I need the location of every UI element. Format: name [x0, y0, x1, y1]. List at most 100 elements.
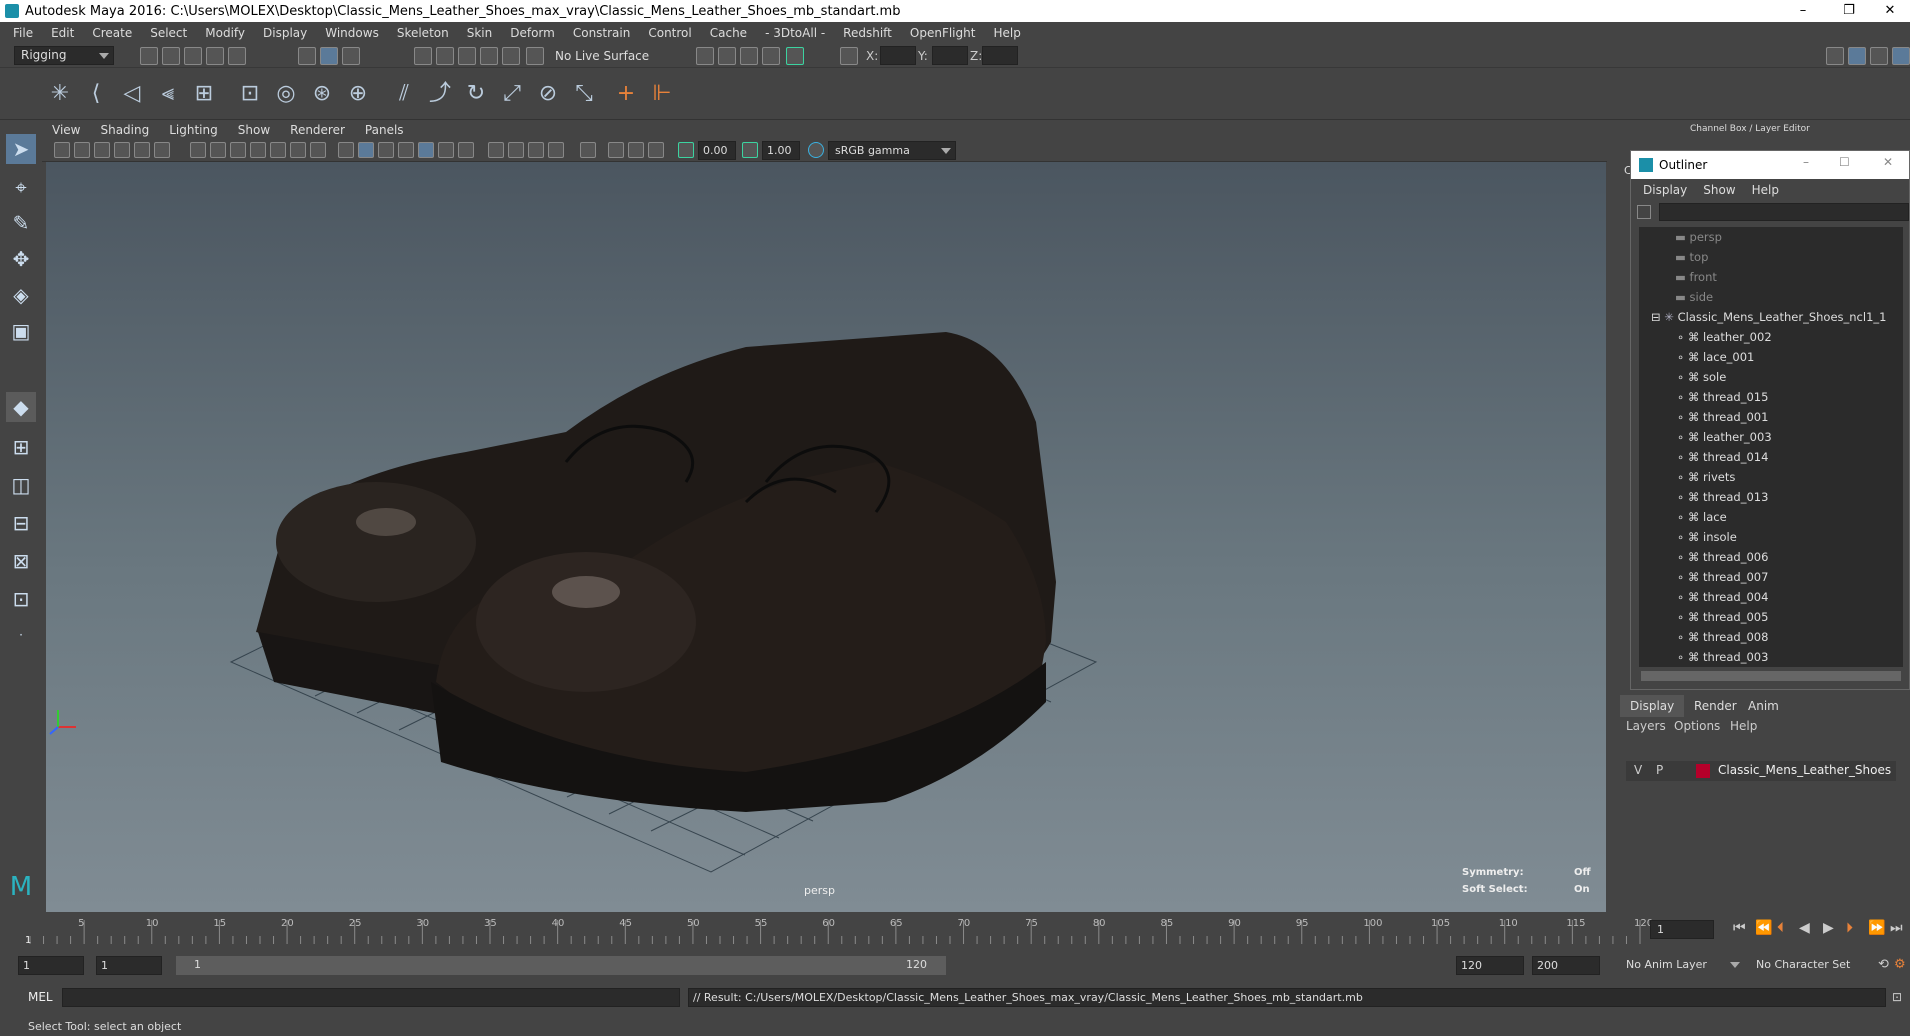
menu-file[interactable]: File [4, 26, 42, 40]
wireframe-icon[interactable] [338, 142, 354, 158]
preferences-icon[interactable]: ⚙ [1894, 957, 1906, 972]
outliner-horizontal-scrollbar[interactable] [1641, 671, 1901, 681]
film-gate-icon[interactable] [210, 142, 226, 158]
motion-blur-icon[interactable] [508, 142, 524, 158]
go-to-start-icon[interactable]: ⏮ [1733, 920, 1746, 936]
hypershade-layout-icon[interactable]: ⊠ [6, 546, 36, 576]
color-management-icon[interactable] [808, 142, 824, 158]
point-constraint-icon[interactable]: ⤴ [426, 80, 454, 108]
bookmark-icon[interactable] [94, 142, 110, 158]
textured-icon[interactable] [418, 142, 434, 158]
smooth-shade-icon[interactable] [358, 142, 374, 158]
step-forward-key-icon[interactable]: ⏵ [1846, 920, 1853, 936]
camera-attributes-icon[interactable] [74, 142, 90, 158]
menu-edit[interactable]: Edit [42, 26, 83, 40]
filter-icon[interactable] [1637, 205, 1651, 219]
tab-display-layers[interactable]: Display [1620, 695, 1685, 717]
render-region-icon[interactable] [696, 47, 714, 65]
default-material-icon[interactable] [378, 142, 394, 158]
parent-constraint-icon[interactable]: ⊘ [534, 80, 562, 108]
auto-key-icon[interactable]: ⟲ [1878, 957, 1889, 972]
move-tool-icon[interactable]: ✥ [6, 244, 36, 274]
use-all-lights-icon[interactable] [438, 142, 454, 158]
render-settings-icon[interactable] [762, 47, 780, 65]
panel-menu-panels[interactable]: Panels [355, 123, 414, 137]
menu-control[interactable]: Control [639, 26, 700, 40]
render-frame-icon[interactable] [718, 47, 736, 65]
outliner-item[interactable]: ∘ ⌘ leather_003 [1677, 427, 1772, 447]
xray-icon[interactable] [608, 142, 624, 158]
menu-help[interactable]: Help [984, 26, 1029, 40]
playback-start-input[interactable]: 1 [96, 956, 162, 975]
menu-create[interactable]: Create [83, 26, 141, 40]
menu-openflight[interactable]: OpenFlight [901, 26, 985, 40]
panel-menu-view[interactable]: View [42, 123, 90, 137]
play-backwards-icon[interactable]: ◀ [1799, 920, 1810, 936]
safe-title-icon[interactable] [310, 142, 326, 158]
outliner-item[interactable]: ∘ ⌘ thread_015 [1677, 387, 1768, 407]
outliner-item[interactable]: ∘ ⌘ lace [1677, 507, 1727, 527]
ambient-occlusion-icon[interactable] [488, 142, 504, 158]
panel-menu-renderer[interactable]: Renderer [280, 123, 355, 137]
outliner-item[interactable]: ∘ ⌘ thread_001 [1677, 407, 1768, 427]
go-to-end-icon[interactable]: ⏭ [1890, 920, 1903, 936]
lasso-tool-icon[interactable]: ⌖ [6, 172, 36, 202]
outliner-item[interactable]: ∘ ⌘ thread_007 [1677, 567, 1768, 587]
image-plane-icon[interactable] [114, 142, 130, 158]
single-perspective-layout-icon[interactable]: ◆ [6, 392, 36, 422]
resolution-gate-icon[interactable] [230, 142, 246, 158]
exposure-icon[interactable] [678, 142, 694, 158]
restore-button[interactable]: ❐ [1826, 0, 1872, 22]
select-hierarchy-icon[interactable] [298, 47, 316, 65]
outliner-item[interactable]: ∘ ⌘ thread_004 [1677, 587, 1768, 607]
outliner-filter-input[interactable] [1659, 203, 1909, 221]
depth-of-field-icon[interactable] [548, 142, 564, 158]
set-key-icon[interactable]: ⊩ [648, 80, 676, 108]
paint-weights-icon[interactable]: ⊛ [308, 80, 336, 108]
modeling-toolkit-icon[interactable] [1826, 47, 1844, 65]
menu-deform[interactable]: Deform [501, 26, 564, 40]
insert-joint-icon[interactable]: ⟨ [82, 80, 110, 108]
command-language-label[interactable]: MEL [28, 990, 53, 1004]
outliner-item[interactable]: ∘ ⌘ rivets [1677, 467, 1735, 487]
snap-point-icon[interactable] [458, 47, 476, 65]
transform-input-icon[interactable] [840, 47, 858, 65]
camera-select-icon[interactable] [54, 142, 70, 158]
joint-tool-icon[interactable]: ✳ [46, 80, 74, 108]
grid-toggle-icon[interactable] [190, 142, 206, 158]
outliner-item-front[interactable]: ▬ front [1675, 267, 1717, 287]
command-input[interactable] [62, 988, 680, 1007]
xray-active-icon[interactable] [628, 142, 644, 158]
xray-joints-icon[interactable] [648, 142, 664, 158]
outliner-minimize-button[interactable]: – [1803, 155, 1809, 169]
panel-menu-shading[interactable]: Shading [90, 123, 159, 137]
outliner-item-side[interactable]: ▬ side [1675, 287, 1713, 307]
gate-mask-icon[interactable] [250, 142, 266, 158]
x-input[interactable] [880, 46, 916, 65]
orient-joint-icon[interactable]: ⫷ [154, 80, 182, 108]
outliner-item[interactable]: ∘ ⌘ insole [1677, 527, 1737, 547]
panel-menu-lighting[interactable]: Lighting [159, 123, 228, 137]
step-back-icon[interactable]: ⏪ [1755, 920, 1772, 936]
menu-constrain[interactable]: Constrain [564, 26, 640, 40]
select-tool-icon[interactable]: ➤ [6, 134, 36, 164]
current-frame-input[interactable]: 1 [1650, 920, 1714, 939]
menu-skeleton[interactable]: Skeleton [388, 26, 458, 40]
outliner-item-top[interactable]: ▬ top [1675, 247, 1708, 267]
menu-windows[interactable]: Windows [316, 26, 388, 40]
four-view-layout-icon[interactable]: ⊞ [6, 432, 36, 462]
snap-grid-icon[interactable] [414, 47, 432, 65]
view-transform-dropdown[interactable]: sRGB gamma [828, 141, 956, 160]
save-scene-icon[interactable] [184, 47, 202, 65]
menu-3dtoall[interactable]: - 3DtoAll - [756, 26, 834, 40]
ipr-render-icon[interactable] [740, 47, 758, 65]
redo-icon[interactable] [228, 47, 246, 65]
outliner-layout-icon[interactable]: ⊡ [6, 584, 36, 614]
layer-row[interactable]: V P Classic_Mens_Leather_Shoes [1626, 761, 1896, 781]
two-d-pan-icon[interactable] [134, 142, 150, 158]
locator-icon[interactable]: + [612, 80, 640, 108]
rotate-tool-icon[interactable]: ◈ [6, 280, 36, 310]
scale-constraint-icon[interactable]: ⤢ [498, 80, 526, 108]
cluster-icon[interactable]: ⫽ [390, 80, 418, 108]
more-layouts-icon[interactable]: · [6, 620, 36, 650]
